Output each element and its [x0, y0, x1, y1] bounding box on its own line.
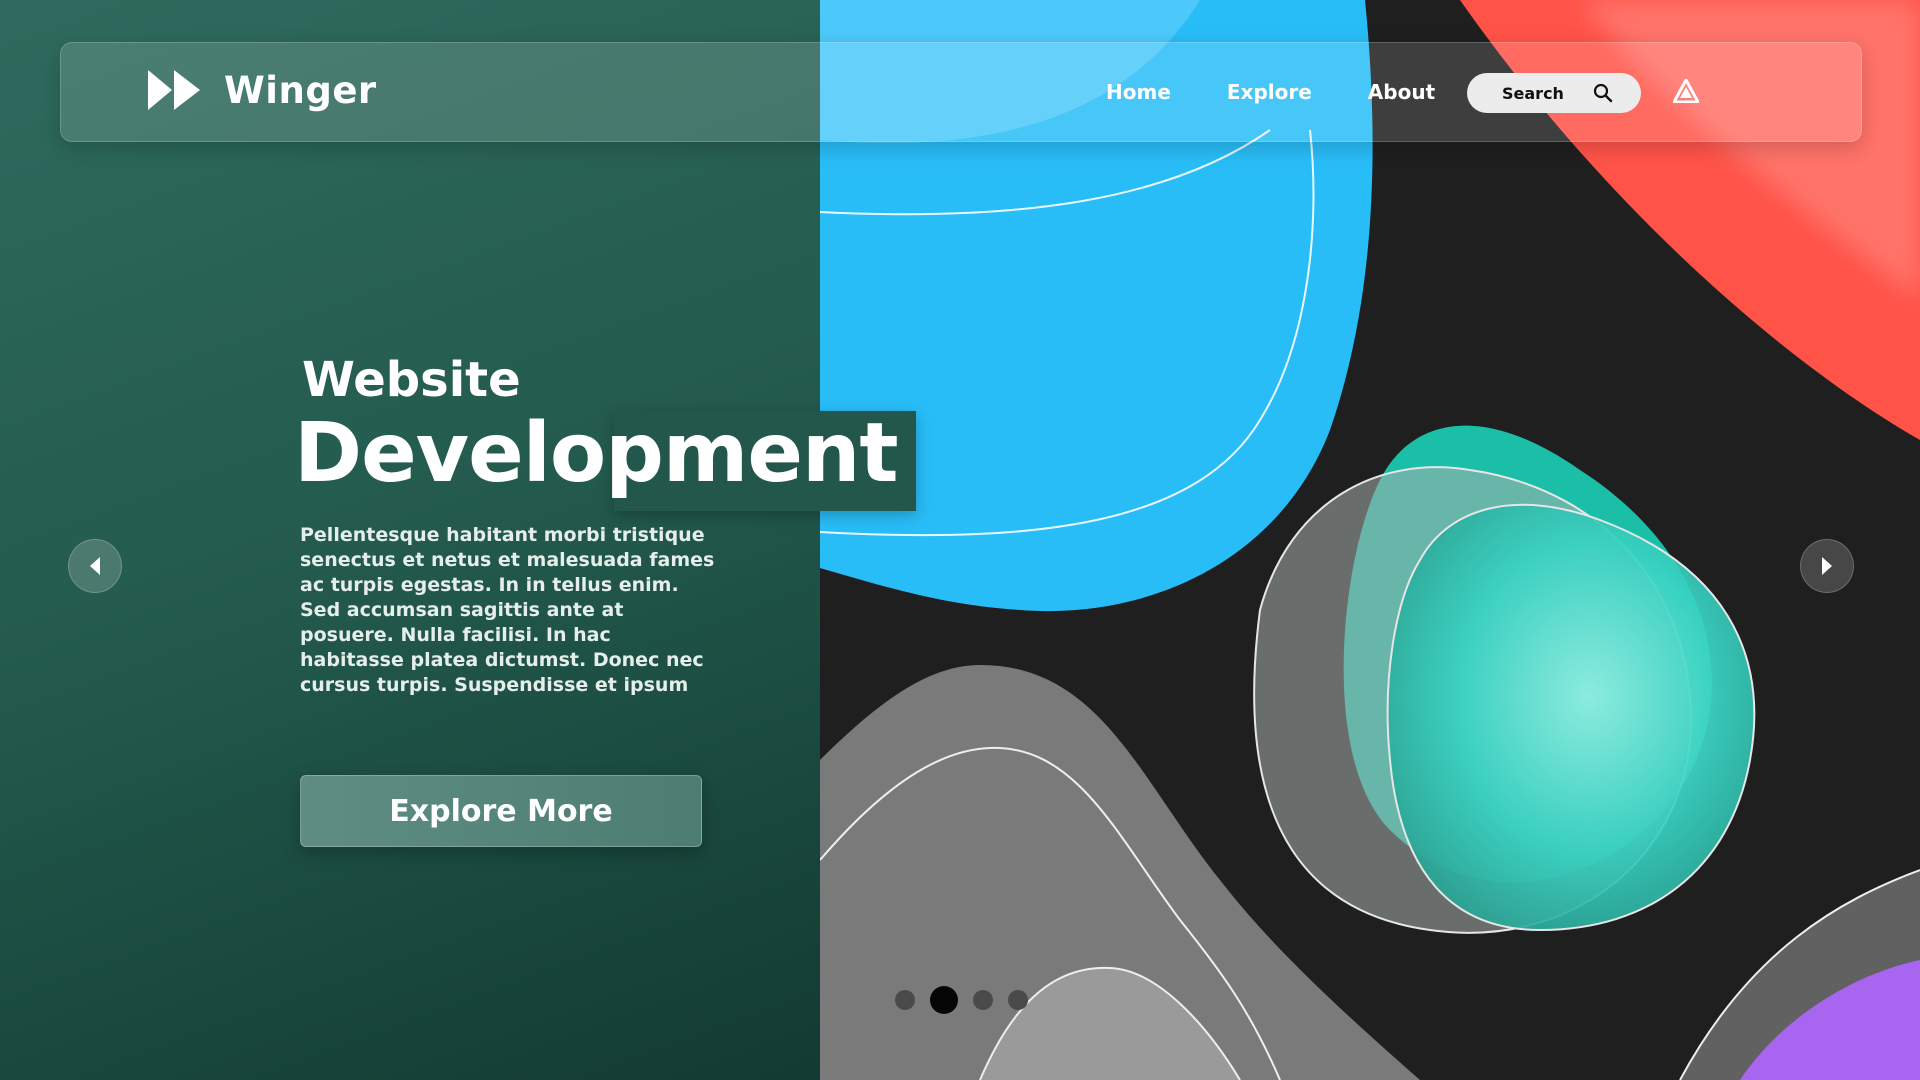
carousel-indicators: [895, 986, 1043, 1014]
carousel-dot[interactable]: [973, 990, 993, 1010]
search-input[interactable]: Search: [1467, 73, 1641, 113]
search-icon[interactable]: [1593, 83, 1613, 103]
nav-link-home[interactable]: Home: [1106, 80, 1171, 104]
chevron-left-icon: [90, 557, 100, 575]
nav-links: Home Explore About: [1106, 43, 1491, 141]
carousel-dot[interactable]: [895, 990, 915, 1010]
nav-link-explore[interactable]: Explore: [1227, 80, 1312, 104]
explore-more-button[interactable]: Explore More: [300, 775, 702, 847]
carousel-dot[interactable]: [1008, 990, 1028, 1010]
search-placeholder: Search: [1502, 83, 1564, 103]
top-navbar: Winger Home Explore About Search: [60, 42, 1862, 142]
triangle-logo-icon[interactable]: [1673, 79, 1699, 103]
carousel-prev-button[interactable]: [68, 539, 122, 593]
carousel-dot-active[interactable]: [930, 986, 958, 1014]
brand-logo[interactable]: Winger: [146, 68, 377, 112]
hero-title: Development: [294, 406, 899, 501]
carousel-next-button[interactable]: [1800, 539, 1854, 593]
hero-description: Pellentesque habitant morbi tristique se…: [300, 524, 715, 696]
brand-name: Winger: [224, 68, 377, 112]
abstract-art-background: [820, 0, 1920, 1080]
nav-link-about[interactable]: About: [1368, 80, 1435, 104]
double-play-icon: [148, 70, 200, 110]
hero-subtitle: Website: [302, 352, 521, 408]
chevron-right-icon: [1822, 557, 1832, 575]
